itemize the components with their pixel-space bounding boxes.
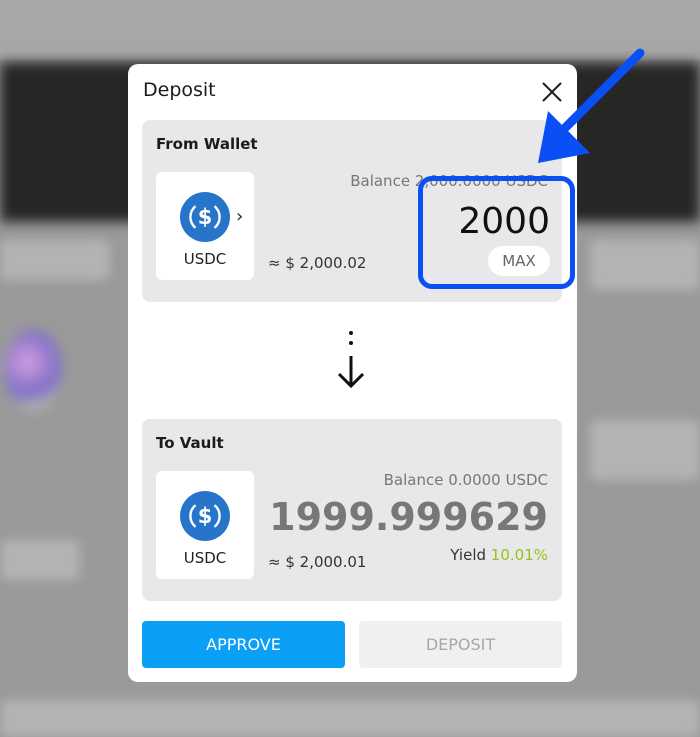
approve-button[interactable]: APPROVE xyxy=(142,621,345,668)
svg-text:$: $ xyxy=(198,205,213,229)
pointer-arrow-icon xyxy=(538,48,645,163)
usdc-icon: $ xyxy=(180,192,230,242)
vault-amount: 1999.999629 xyxy=(269,495,548,539)
to-usd-value: ≈ $ 2,000.01 xyxy=(268,553,367,571)
to-token-display: $ USDC xyxy=(156,471,254,579)
arrow-down-icon xyxy=(337,356,365,389)
flow-dots xyxy=(349,331,353,351)
background-block xyxy=(0,540,80,580)
to-token-symbol: USDC xyxy=(183,549,227,567)
usdc-icon: $ xyxy=(180,491,230,541)
to-balance: Balance 0.0000 USDC xyxy=(383,471,548,489)
chevron-right-icon: › xyxy=(236,206,244,227)
background-logo xyxy=(4,330,62,410)
modal-title: Deposit xyxy=(143,79,216,101)
background-block xyxy=(590,240,700,290)
yield-label: Yield xyxy=(450,546,487,564)
from-token-symbol: USDC xyxy=(183,250,227,268)
highlight-box xyxy=(418,176,575,289)
yield-value: 10.01% xyxy=(490,546,548,564)
deposit-button[interactable]: DEPOSIT xyxy=(359,621,562,668)
to-vault-panel: To Vault $ USDC Balance 0.0000 USDC 1999… xyxy=(142,419,562,601)
background-block xyxy=(0,240,110,280)
svg-text:$: $ xyxy=(198,504,213,528)
from-usd-value: ≈ $ 2,000.02 xyxy=(268,254,367,272)
from-token-selector[interactable]: $ › USDC xyxy=(156,172,254,280)
background-block xyxy=(0,700,700,737)
to-vault-label: To Vault xyxy=(156,434,224,452)
background-block xyxy=(590,420,700,480)
deposit-modal: Deposit From Wallet $ › USDC Balance 2,0… xyxy=(128,64,577,682)
from-wallet-label: From Wallet xyxy=(156,135,258,153)
yield-info: Yield 10.01% xyxy=(450,546,548,564)
